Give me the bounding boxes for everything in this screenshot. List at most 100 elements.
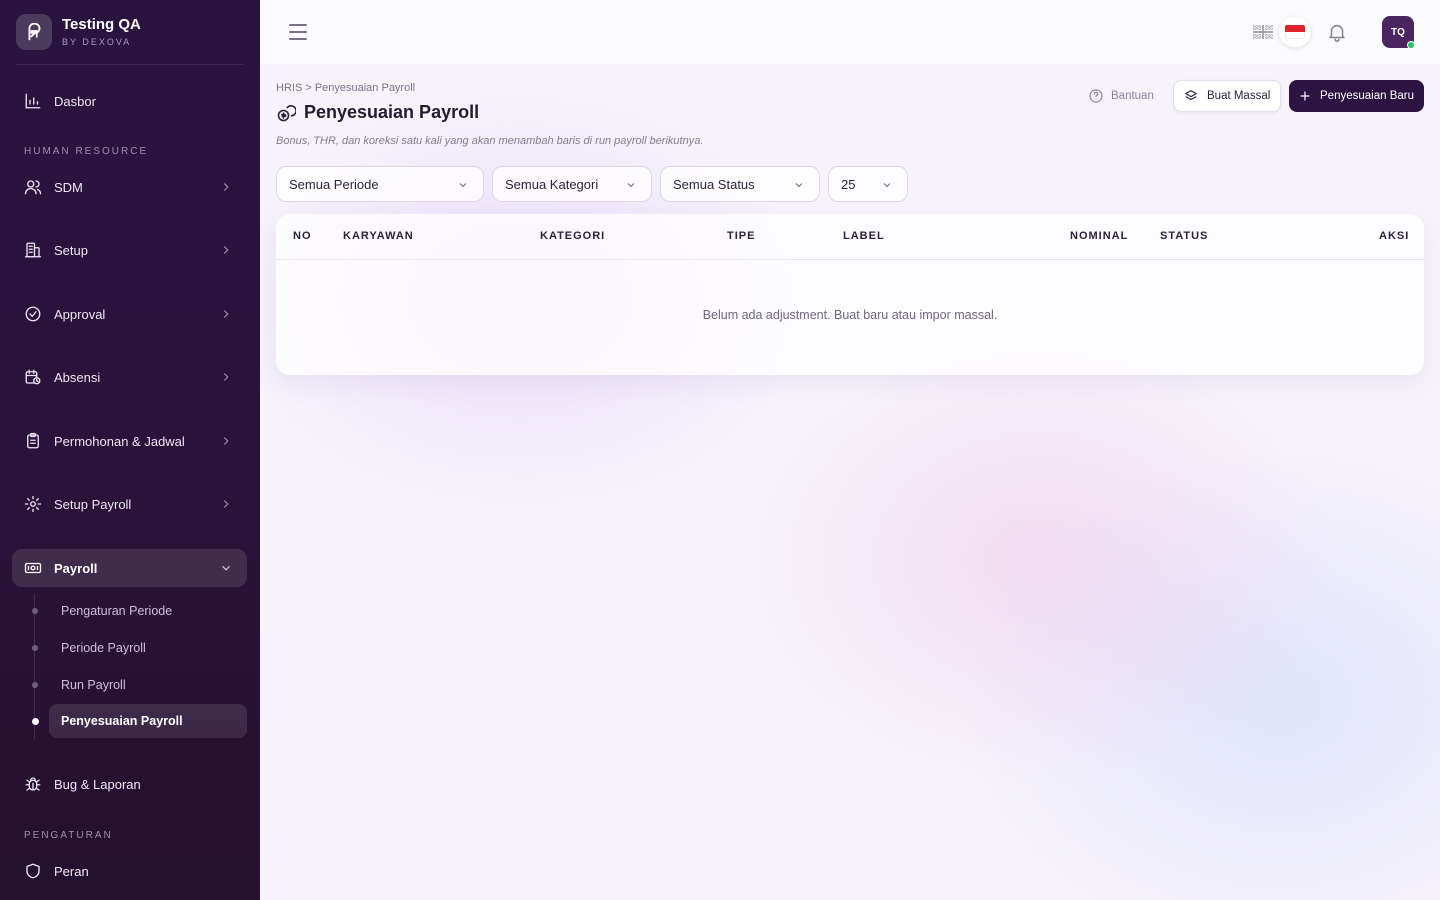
sidebar-item-label: Setup Payroll [54,496,132,512]
chevron-right-icon [223,183,229,191]
brand-divider [16,64,244,65]
sidebar-item-permohonan[interactable]: Permohonan & Jadwal [12,422,247,460]
layers-icon [1185,90,1197,101]
subnav-dot-active [32,718,39,725]
table-header: NO KARYAWAN KATEGORI TIPE LABEL NOMINAL … [276,214,1424,260]
new-adjustment-button[interactable]: Penyesuaian Baru [1289,80,1424,112]
sidebar-subitem-penyesuaian-payroll[interactable]: Penyesuaian Payroll [49,704,247,738]
sidebar-item-label: SDM [54,179,83,195]
flag-id-icon [1285,25,1305,39]
subnav-dot [32,608,38,614]
flag-uk-icon[interactable] [1253,25,1273,39]
chevron-right-icon [223,246,229,254]
empty-state-message: Belum ada adjustment. Buat baru atau imp… [702,308,998,322]
sidebar-item-bug-report[interactable]: Bug & Laporan [12,765,247,803]
sidebar-item-dashboard[interactable]: Dasbor [12,82,247,120]
column-header-actions: AKSI [1379,230,1410,242]
sidebar-item-sdm[interactable]: SDM [12,168,247,206]
chevron-down-icon [883,183,891,188]
coins-icon [277,104,296,121]
column-header-type: TIPE [727,230,756,242]
sidebar-item-setup[interactable]: Setup [12,231,247,269]
new-adjustment-label: Penyesuaian Baru [1320,90,1414,102]
plus-icon [1300,91,1310,101]
column-header-category: KATEGORI [540,230,606,242]
language-id-button[interactable] [1279,17,1311,47]
sidebar-subitem-label: Pengaturan Periode [61,604,173,618]
chevron-right-icon [223,310,229,318]
column-header-label: LABEL [843,230,885,242]
brand[interactable]: Testing QA BY DEXOVA [16,14,141,50]
sidebar-subitem-label: Penyesuaian Payroll [61,714,183,728]
help-circle-icon [1089,89,1103,103]
sidebar-item-payroll[interactable]: Payroll [12,549,247,587]
sidebar-item-label: Permohonan & Jadwal [54,433,185,449]
chevron-down-icon [627,183,635,188]
chevron-down-icon [795,183,803,188]
chevron-right-icon [223,500,229,508]
sidebar-item-absensi[interactable]: Absensi [12,358,247,396]
sidebar-item-approval[interactable]: Approval [12,295,247,333]
sidebar-item-label: Bug & Laporan [54,776,141,792]
bar-chart-icon [24,92,42,110]
calendar-clock-icon [24,368,42,386]
main-content: TQ HRIS > Penyesuaian Payroll Penyesuaia… [260,0,1440,900]
sidebar-subitem-label: Periode Payroll [61,641,146,655]
page-title: Penyesuaian Payroll [304,102,480,122]
status-filter-value: Semua Status [673,176,755,192]
section-label-hr: HUMAN RESOURCE [24,146,149,157]
banknote-icon [24,559,42,577]
category-filter-value: Semua Kategori [505,176,599,192]
sidebar-subitem-run-payroll[interactable]: Run Payroll [49,668,247,702]
chevron-down-icon [459,183,467,188]
period-filter-value: Semua Periode [289,176,379,192]
brand-sub: BY DEXOVA [62,37,132,47]
subnav-dot [32,682,38,688]
help-button-label: Bantuan [1111,90,1154,102]
sidebar-subitem-periode-payroll[interactable]: Periode Payroll [49,631,247,665]
breadcrumb: HRIS > Penyesuaian Payroll [276,82,416,94]
avatar-initials: TQ [1391,26,1405,38]
check-circle-icon [24,305,42,323]
page-size-value: 25 [841,176,856,192]
column-header-no: NO [293,230,312,242]
sidebar-item-role[interactable]: Peran [12,852,247,890]
sidebar-subitem-pengaturan-periode[interactable]: Pengaturan Periode [49,594,247,628]
bug-icon [24,775,42,793]
menu-toggle-icon[interactable] [289,24,307,40]
subnav-dot [32,645,38,651]
gear-icon [24,495,42,513]
shield-icon [24,862,42,880]
status-filter-select[interactable]: Semua Status [660,166,820,202]
chevron-right-icon [223,437,229,445]
brand-name: Testing QA [62,16,141,33]
period-filter-select[interactable]: Semua Periode [276,166,484,202]
chevron-right-icon [223,373,229,381]
chevron-down-icon [222,565,230,571]
users-icon [24,178,42,196]
adjustments-table: NO KARYAWAN KATEGORI TIPE LABEL NOMINAL … [276,214,1424,375]
column-header-amount: NOMINAL [1070,230,1129,242]
category-filter-select[interactable]: Semua Kategori [492,166,652,202]
online-status-dot [1407,41,1415,49]
building-icon [24,241,42,259]
sidebar-item-setup-payroll[interactable]: Setup Payroll [12,485,247,523]
page-description: Bonus, THR, dan koreksi satu kali yang a… [276,135,704,147]
sidebar-item-label: Approval [54,306,106,322]
page-size-select[interactable]: 25 [828,166,908,202]
sidebar-item-label: Absensi [54,369,101,385]
bulk-create-button[interactable]: Buat Massal [1173,80,1281,112]
sidebar-item-label: Dasbor [54,93,96,109]
sidebar: Testing QA BY DEXOVA Dasbor HUMAN RESOUR… [0,0,260,900]
section-label-settings: PENGATURAN [24,830,113,841]
sidebar-item-label: Payroll [54,560,98,576]
sidebar-item-label: Peran [54,863,89,879]
column-header-status: STATUS [1160,230,1209,242]
topbar: TQ [260,0,1440,64]
column-header-employee: KARYAWAN [343,230,414,242]
clipboard-icon [24,432,42,450]
brand-logo [16,14,52,50]
help-button[interactable]: Bantuan [1088,86,1154,106]
bell-icon[interactable] [1326,21,1348,43]
bulk-create-label: Buat Massal [1207,90,1271,102]
